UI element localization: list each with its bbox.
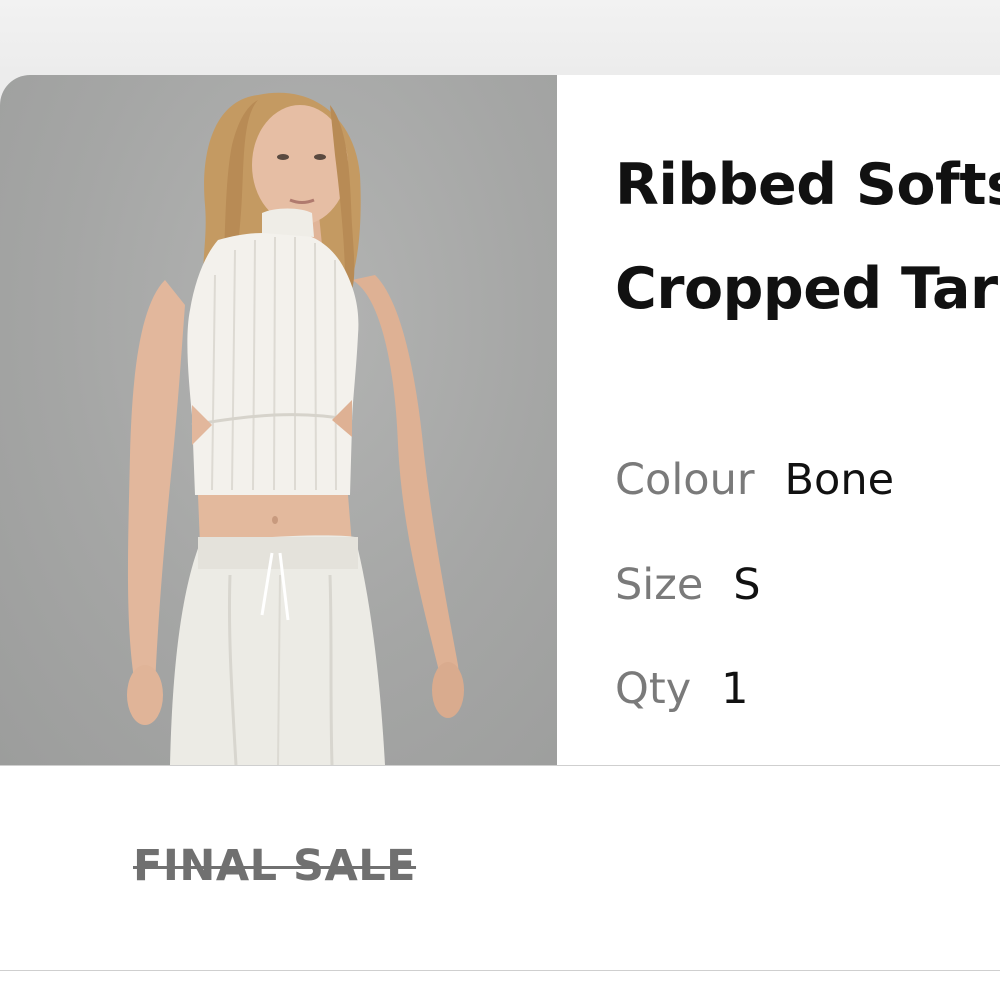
colour-value: Bone (784, 455, 895, 505)
final-sale-badge: FINAL SALE (133, 841, 417, 891)
product-photo-illustration (127, 92, 464, 765)
product-image[interactable] (0, 75, 557, 765)
size-value: S (733, 560, 761, 610)
qty-value: 1 (721, 664, 749, 714)
size-attribute: Size S (615, 564, 761, 607)
product-details: Ribbed Softs Cropped Tar Colour Bone Size… (615, 75, 1000, 765)
qty-attribute: Qty 1 (615, 668, 749, 711)
colour-attribute: Colour Bone (615, 459, 894, 502)
divider (0, 765, 1000, 766)
product-title-line-2[interactable]: Cropped Tar (615, 261, 998, 318)
cart-item-row[interactable]: Ribbed Softs Cropped Tar Colour Bone Size… (0, 75, 1000, 765)
product-title-line-1[interactable]: Ribbed Softs (615, 157, 1000, 214)
size-label: Size (615, 560, 704, 610)
cart-item-card: Ribbed Softs Cropped Tar Colour Bone Size… (0, 75, 1000, 1000)
page: Ribbed Softs Cropped Tar Colour Bone Size… (0, 0, 1000, 1000)
divider (0, 970, 1000, 971)
colour-label: Colour (615, 455, 755, 505)
qty-label: Qty (615, 664, 692, 714)
